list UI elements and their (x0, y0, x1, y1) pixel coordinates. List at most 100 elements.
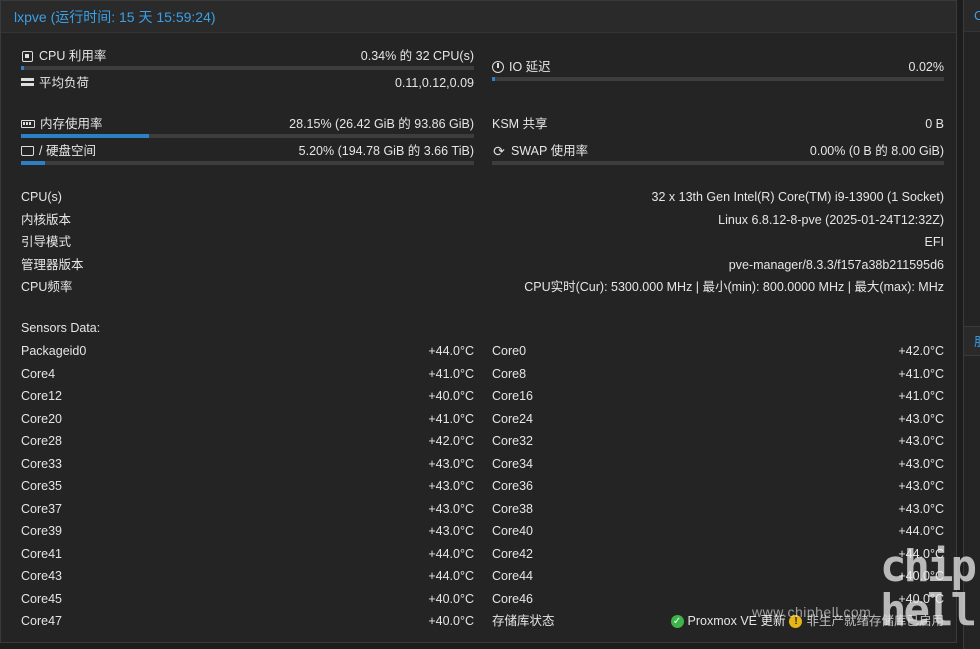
sensor-item-label: Core8 (492, 366, 527, 381)
sensor-item-label: Core43 (21, 569, 62, 583)
sensor-item-row: Core12 +40.0°C (21, 387, 474, 405)
sensor-item-label: Core40 (492, 524, 533, 538)
sensor-item-row: Core8 +41.0°C (492, 365, 944, 383)
sensor-item-label: Core24 (492, 411, 533, 426)
info-item-value: pve-manager/8.3.3/f157a38b211595d6 (728, 257, 944, 272)
sensor-item-row: Core35 +43.0°C (21, 477, 474, 495)
sensor-item-row: Core41 +44.0°C (21, 545, 474, 563)
sensor-item-row: Core47 +40.0°C (21, 612, 474, 630)
info-item-label: CPU(s) (21, 190, 62, 204)
sensor-item-label: Core46 (492, 591, 533, 606)
sensor-item-row: Core40 +44.0°C (492, 522, 944, 540)
memory-icon (21, 120, 35, 128)
info-item-label: 管理器版本 (21, 257, 84, 272)
sensor-item-row: Core43 +44.0°C (21, 567, 474, 585)
sensor-item-value: +44.0°C (428, 344, 474, 358)
cpu-usage-row: CPU 利用率 0.34% 的 32 CPU(s) (21, 47, 474, 65)
swap-usage-value: 0.00% (0 B 的 8.00 GiB) (809, 144, 944, 158)
sensor-item-value: +43.0°C (898, 411, 944, 426)
sensor-item-row: Core38 +43.0°C (492, 500, 944, 518)
sensor-item-label: Core47 (21, 614, 62, 628)
info-item-row: CPU频率 CPU实时(Cur): 5300.000 MHz | 最小(min):… (21, 278, 944, 296)
sensor-item-row: Core0 +42.0°C (492, 342, 944, 360)
sensor-item-value: +43.0°C (898, 456, 944, 471)
sensor-item-row: Core20 +41.0°C (21, 410, 474, 428)
sensor-item-value: +40.0°C (428, 591, 474, 606)
load-icon (21, 77, 34, 89)
info-item-row: 内核版本 Linux 6.8.12-8-pve (2025-01-24T12:32… (21, 211, 944, 229)
io-delay-row: IO 延迟 0.02% (492, 58, 944, 76)
info-item-label: 引导模式 (21, 235, 72, 249)
ksm-sharing-value: 0 B (925, 117, 944, 131)
sensor-item-row: Core46 +40.0°C (492, 590, 944, 608)
check-circle-icon: ✓ (670, 614, 684, 628)
disk-usage-bar (21, 161, 474, 165)
sensor-item-value: +43.0°C (428, 501, 474, 516)
sensor-item-label: Core42 (492, 546, 533, 561)
sensors-title: Sensors Data: (21, 321, 101, 335)
sensor-item-row: Core42 +44.0°C (492, 545, 944, 563)
sensor-item-label: Core44 (492, 569, 533, 583)
swap-usage-label: SWAP 使用率 (511, 144, 589, 158)
sensor-item-row: Core32 +43.0°C (492, 432, 944, 450)
memory-usage-row: 内存使用率 28.15% (26.42 GiB 的 93.86 GiB) (21, 115, 474, 133)
swap-usage-bar (492, 161, 944, 165)
sensor-item-label: Core34 (492, 456, 533, 471)
sensor-item-label: Core37 (21, 501, 62, 516)
cpu-usage-bar-fill (21, 66, 25, 70)
repository-status-label: 存储库状态 (492, 614, 555, 628)
info-item-row: CPU(s) 32 x 13th Gen Intel(R) Core(TM) i9… (21, 188, 944, 206)
sensor-item-row: Core16 +41.0°C (492, 387, 944, 405)
sensor-item-row: Core39 +43.0°C (21, 522, 474, 540)
memory-usage-bar (21, 134, 474, 138)
load-average-value: 0.11,0.12,0.09 (394, 76, 474, 90)
sensor-item-label: Core35 (21, 479, 62, 493)
info-item-label: 内核版本 (21, 212, 72, 227)
sensor-item-label: Core33 (21, 456, 62, 471)
sensor-item-value: +43.0°C (898, 434, 944, 448)
sensor-item-value: +43.0°C (428, 524, 474, 538)
disk-usage-bar-fill (21, 161, 45, 165)
info-item-value: EFI (924, 235, 944, 249)
info-item-label: CPU频率 (21, 280, 73, 294)
panel-title: lxpve (运行时间: 15 天 15:59:24) (1, 1, 956, 33)
sensor-item-value: +41.0°C (428, 366, 474, 381)
chiphell-logo: chip hell (880, 541, 977, 637)
cpu-usage-value: 0.34% 的 32 CPU(s) (360, 49, 474, 63)
sensor-item-value: +40.0°C (428, 614, 474, 628)
sensors-title-row: Sensors Data: (21, 319, 944, 337)
sensor-item-row: Core36 +43.0°C (492, 477, 944, 495)
repository-status-row: 存储库状态 ✓ Proxmox VE 更新 ! 非生产就绪存储库已启用 (492, 612, 944, 630)
sensor-item-value: +43.0°C (428, 479, 474, 493)
cpu-usage-label: CPU 利用率 (39, 49, 107, 63)
sensor-item-value: +41.0°C (898, 366, 944, 381)
sensor-item-row: Core45 +40.0°C (21, 590, 474, 608)
chiphell-logo-line: hell (880, 585, 977, 636)
adjacent-panel-title: C (964, 0, 980, 32)
sensor-item-row: Core28 +42.0°C (21, 432, 474, 450)
chiphell-logo-line: chip (880, 541, 977, 592)
ksm-sharing-label: KSM 共享 (492, 117, 548, 131)
swap-usage-row: ⟳ SWAP 使用率 0.00% (0 B 的 8.00 GiB) (492, 142, 944, 160)
sensor-item-value: +43.0°C (428, 456, 474, 471)
adjacent-panel-title-2: 朋 (964, 326, 980, 356)
info-item-value: Linux 6.8.12-8-pve (2025-01-24T12:32Z) (718, 212, 944, 227)
io-delay-label: IO 延迟 (509, 60, 551, 74)
sensor-item-value: +41.0°C (898, 389, 944, 403)
memory-usage-label: 内存使用率 (40, 117, 103, 131)
info-item-value: 32 x 13th Gen Intel(R) Core(TM) i9-13900… (651, 190, 944, 204)
cpu-usage-bar (21, 66, 474, 70)
node-summary-panel: lxpve (运行时间: 15 天 15:59:24) CPU 利用率 0.34… (0, 0, 957, 643)
load-average-label: 平均负荷 (39, 76, 90, 90)
sensor-item-label: Core28 (21, 434, 62, 448)
info-item-row: 引导模式 EFI (21, 233, 944, 251)
sensor-item-label: Core39 (21, 524, 62, 538)
sensor-item-label: Core20 (21, 411, 62, 426)
info-item-row: 管理器版本 pve-manager/8.3.3/f157a38b211595d6 (21, 256, 944, 274)
clock-icon (492, 61, 504, 73)
sensor-item-value: +44.0°C (428, 569, 474, 583)
sensor-item-value: +42.0°C (428, 434, 474, 448)
sensor-item-label: Core32 (492, 434, 533, 448)
io-delay-bar-fill (492, 77, 496, 81)
sensor-item-value: +44.0°C (898, 524, 944, 538)
